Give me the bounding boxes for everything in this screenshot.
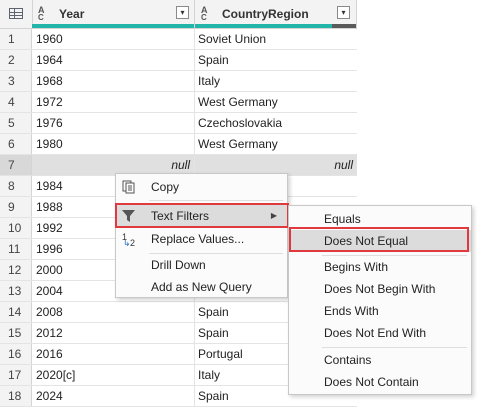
menu-item-label: Ends With	[324, 304, 379, 318]
row-number[interactable]: 15	[0, 323, 32, 343]
row-number[interactable]: 18	[0, 386, 32, 406]
row-number[interactable]: 12	[0, 260, 32, 280]
submenu-item-does-not-contain[interactable]: Does Not Contain	[289, 371, 471, 393]
menu-item-label: Drill Down	[151, 258, 206, 272]
cell-countryregion[interactable]: Italy	[195, 71, 357, 91]
submenu-item-does-not-end-with[interactable]: Does Not End With	[289, 322, 471, 344]
context-menu: Copy Text Filters ▶ 1 ↳ 2 Replace Values…	[115, 173, 288, 298]
replace-values-icon: 1 ↳ 2	[122, 232, 136, 248]
column-header-year[interactable]: AC Year ▾	[32, 0, 195, 28]
cell-countryregion[interactable]: Czechoslovakia	[195, 113, 357, 133]
row-number[interactable]: 16	[0, 344, 32, 364]
menu-separator	[322, 347, 467, 348]
highlight-box-text-filters	[115, 203, 289, 228]
menu-item-label: Does Not End With	[324, 326, 427, 340]
table-row[interactable]: 4 1972 West Germany	[0, 92, 357, 113]
grid-header: AC Year ▾ AC CountryRegion ▾	[0, 0, 357, 29]
row-number[interactable]: 6	[0, 134, 32, 154]
cell-year[interactable]: 1976	[32, 113, 195, 133]
menu-item-drill-down[interactable]: Drill Down	[116, 254, 287, 276]
row-number[interactable]: 9	[0, 197, 32, 217]
column-header-countryregion[interactable]: AC CountryRegion ▾	[195, 0, 357, 28]
cell-year[interactable]: 1980	[32, 134, 195, 154]
column-filter-dropdown-countryregion[interactable]: ▾	[337, 6, 350, 19]
table-row[interactable]: 6 1980 West Germany	[0, 134, 357, 155]
column-title-year: Year	[59, 7, 85, 21]
menu-item-add-as-new-query[interactable]: Add as New Query	[116, 276, 287, 298]
menu-item-label: Copy	[151, 180, 180, 194]
table-row[interactable]: 1 1960 Soviet Union	[0, 29, 357, 50]
cell-countryregion[interactable]: null	[195, 155, 357, 175]
cell-countryregion[interactable]: West Germany	[195, 92, 357, 112]
menu-item-label: Replace Values...	[151, 232, 245, 246]
highlight-box-does-not-equal	[289, 227, 469, 252]
submenu-item-contains[interactable]: Contains	[289, 349, 471, 371]
text-type-icon: AC	[201, 5, 208, 22]
menu-item-label: Contains	[324, 353, 372, 367]
menu-item-label: Begins With	[324, 260, 389, 274]
row-number[interactable]: 3	[0, 71, 32, 91]
row-number[interactable]: 10	[0, 218, 32, 238]
cell-year[interactable]: 2008	[32, 302, 195, 322]
cell-year[interactable]: 1960	[32, 29, 195, 49]
row-number[interactable]: 8	[0, 176, 32, 196]
table-row[interactable]: 3 1968 Italy	[0, 71, 357, 92]
column-quality-bar-year	[32, 24, 194, 28]
cell-countryregion[interactable]: Soviet Union	[195, 29, 357, 49]
cell-year[interactable]: 2024	[32, 386, 195, 406]
row-number[interactable]: 4	[0, 92, 32, 112]
column-quality-bar-countryregion	[195, 24, 356, 28]
cell-year[interactable]: 1968	[32, 71, 195, 91]
table-menu-button[interactable]	[0, 0, 33, 28]
cell-year[interactable]: 2020[c]	[32, 365, 195, 385]
cell-year[interactable]: null	[32, 155, 195, 175]
row-number[interactable]: 13	[0, 281, 32, 301]
table-row[interactable]: 5 1976 Czechoslovakia	[0, 113, 357, 134]
table-row[interactable]: 2 1964 Spain	[0, 50, 357, 71]
cell-countryregion[interactable]: West Germany	[195, 134, 357, 154]
copy-icon	[122, 180, 135, 194]
submenu-item-does-not-begin-with[interactable]: Does Not Begin With	[289, 278, 471, 300]
cell-year[interactable]: 2016	[32, 344, 195, 364]
row-number[interactable]: 1	[0, 29, 32, 49]
submenu-item-ends-with[interactable]: Ends With	[289, 300, 471, 322]
row-number[interactable]: 17	[0, 365, 32, 385]
column-title-countryregion: CountryRegion	[222, 7, 309, 21]
menu-item-label: Does Not Begin With	[324, 282, 436, 296]
text-type-icon: AC	[38, 5, 45, 22]
row-number[interactable]: 11	[0, 239, 32, 259]
row-number[interactable]: 7	[0, 155, 32, 175]
menu-separator	[149, 200, 283, 201]
cell-year[interactable]: 1964	[32, 50, 195, 70]
menu-item-copy[interactable]: Copy	[116, 176, 287, 198]
column-filter-dropdown-year[interactable]: ▾	[176, 6, 189, 19]
row-number[interactable]: 2	[0, 50, 32, 70]
row-number[interactable]: 14	[0, 302, 32, 322]
cell-year[interactable]: 1972	[32, 92, 195, 112]
row-number[interactable]: 5	[0, 113, 32, 133]
menu-item-replace-values[interactable]: 1 ↳ 2 Replace Values...	[116, 228, 287, 250]
menu-item-label: Add as New Query	[151, 280, 252, 294]
submenu-item-begins-with[interactable]: Begins With	[289, 256, 471, 278]
cell-countryregion[interactable]: Spain	[195, 50, 357, 70]
cell-year[interactable]: 2012	[32, 323, 195, 343]
menu-item-label: Does Not Contain	[324, 375, 419, 389]
table-icon	[9, 8, 23, 19]
